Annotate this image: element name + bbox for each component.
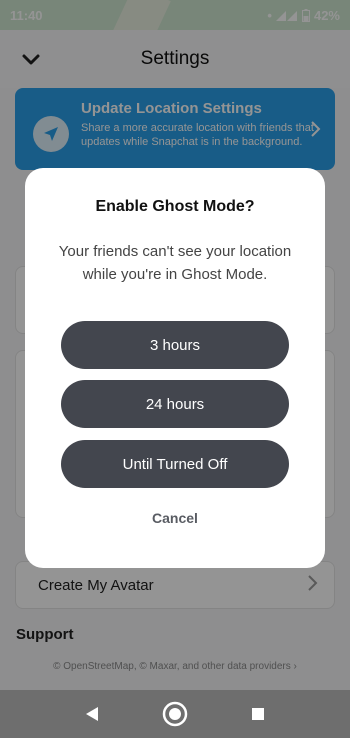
android-nav-bar [0,690,350,738]
cancel-button[interactable]: Cancel [125,510,225,526]
option-until-off-button[interactable]: Until Turned Off [61,440,289,488]
dialog-body: Your friends can't see your location whi… [58,243,292,283]
home-circle-icon[interactable] [160,699,190,729]
back-triangle-icon[interactable] [77,699,107,729]
option-3-hours-button[interactable]: 3 hours [61,321,289,369]
option-24-hours-button[interactable]: 24 hours [61,380,289,428]
dialog-title: Enable Ghost Mode? [95,198,255,215]
recents-square-icon[interactable] [243,699,273,729]
ghost-mode-dialog: Enable Ghost Mode? Your friends can't se… [25,168,325,568]
